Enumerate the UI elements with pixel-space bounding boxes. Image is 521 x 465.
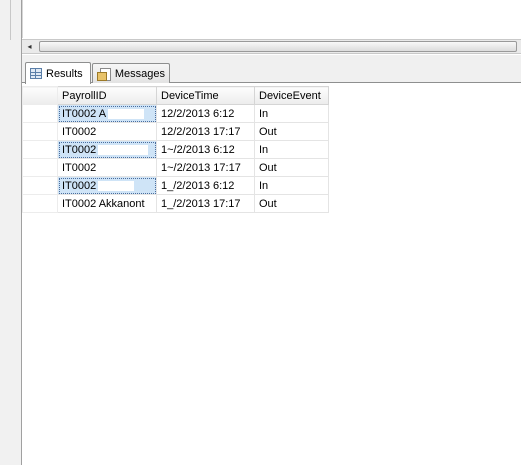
- cell-payrollid[interactable]: IT0002 A: [57, 104, 157, 123]
- row-header[interactable]: [22, 176, 58, 195]
- cell-payrollid-text: IT0002: [62, 179, 97, 192]
- redaction: [98, 180, 135, 191]
- results-tabstrip: Results Messages: [22, 61, 521, 84]
- row-header[interactable]: [22, 194, 58, 213]
- results-grid-area: PayrollID DeviceTime DeviceEvent IT0002 …: [22, 83, 521, 465]
- tab-messages[interactable]: Messages: [92, 63, 170, 84]
- row-header[interactable]: [22, 104, 58, 123]
- column-header-payrollid[interactable]: PayrollID: [57, 86, 157, 105]
- cell-devicetime[interactable]: 1~/2/2013 17:17: [156, 158, 255, 177]
- table-row: IT0002 1~/2/2013 6:12 In: [22, 140, 329, 159]
- redaction: [98, 126, 135, 137]
- cell-deviceevent[interactable]: In: [254, 104, 329, 123]
- results-pane: Results Messages PayrollID DeviceTime De…: [22, 55, 521, 465]
- cell-deviceevent[interactable]: Out: [254, 122, 329, 141]
- cell-payrollid-text: IT0002: [62, 161, 97, 174]
- cell-devicetime[interactable]: 12/2/2013 6:12: [156, 104, 255, 123]
- cell-deviceevent[interactable]: In: [254, 176, 329, 195]
- cell-devicetime[interactable]: 1_/2/2013 6:12: [156, 176, 255, 195]
- cell-deviceevent[interactable]: In: [254, 140, 329, 159]
- cell-devicetime[interactable]: 1~/2/2013 6:12: [156, 140, 255, 159]
- table-row: IT0002 1~/2/2013 17:17 Out: [22, 158, 329, 177]
- redaction: [108, 108, 145, 119]
- row-header[interactable]: [22, 158, 58, 177]
- cell-payrollid[interactable]: IT0002: [57, 140, 157, 159]
- grid-icon: [30, 68, 42, 79]
- tab-results-label: Results: [46, 67, 83, 80]
- redaction: [98, 162, 135, 173]
- tab-results[interactable]: Results: [25, 62, 91, 84]
- scrollbar-thumb[interactable]: [39, 41, 517, 52]
- table-row: IT0002 12/2/2013 17:17 Out: [22, 122, 329, 141]
- cell-payrollid[interactable]: IT0002: [57, 158, 157, 177]
- cell-payrollid-text: IT0002: [62, 125, 97, 138]
- cell-payrollid-text: IT0002 A: [62, 107, 107, 120]
- left-gutter: [0, 0, 22, 465]
- cell-devicetime[interactable]: 12/2/2013 17:17: [156, 122, 255, 141]
- cell-devicetime[interactable]: 1_/2/2013 17:17: [156, 194, 255, 213]
- horizontal-scrollbar[interactable]: ◂: [22, 39, 521, 54]
- table-row: IT0002 Akkanont 1_/2/2013 17:17 Out: [22, 194, 329, 213]
- redaction: [98, 144, 149, 155]
- column-header-deviceevent[interactable]: DeviceEvent: [254, 86, 329, 105]
- grid-header-row: PayrollID DeviceTime DeviceEvent: [22, 86, 329, 105]
- cell-payrollid[interactable]: IT0002: [57, 122, 157, 141]
- row-header[interactable]: [22, 140, 58, 159]
- scroll-left-arrow-icon[interactable]: ◂: [22, 40, 37, 53]
- cell-deviceevent[interactable]: Out: [254, 194, 329, 213]
- gutter-divider: [10, 0, 11, 40]
- grid-corner[interactable]: [22, 86, 58, 105]
- messages-icon: [97, 68, 111, 81]
- results-grid: PayrollID DeviceTime DeviceEvent IT0002 …: [22, 86, 329, 213]
- cell-payrollid[interactable]: IT0002 Akkanont: [57, 194, 157, 213]
- row-header[interactable]: [22, 122, 58, 141]
- query-editor[interactable]: [22, 0, 521, 38]
- cell-deviceevent[interactable]: Out: [254, 158, 329, 177]
- table-row: IT0002 1_/2/2013 6:12 In: [22, 176, 329, 195]
- table-row: IT0002 A 12/2/2013 6:12 In: [22, 104, 329, 123]
- tab-messages-label: Messages: [114, 68, 165, 80]
- cell-payrollid-text: IT0002: [62, 143, 97, 156]
- column-header-devicetime[interactable]: DeviceTime: [156, 86, 255, 105]
- cell-payrollid[interactable]: IT0002: [57, 176, 157, 195]
